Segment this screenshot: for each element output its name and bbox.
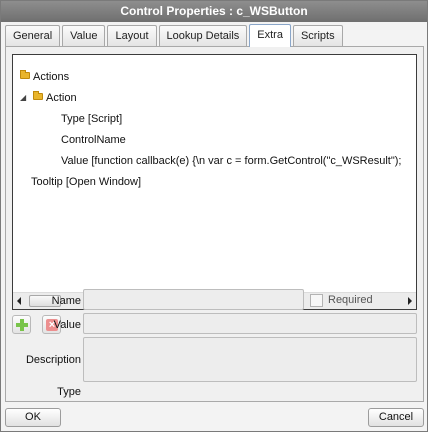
tab-general[interactable]: General xyxy=(5,25,61,46)
tab-layout[interactable]: Layout xyxy=(107,25,157,46)
tree-node-controlname[interactable]: ControlName xyxy=(61,132,126,148)
cancel-button[interactable]: Cancel xyxy=(368,408,424,427)
tab-extra[interactable]: Extra xyxy=(249,24,291,47)
tree-node-actions[interactable]: Actions xyxy=(20,69,69,85)
scroll-left-arrow-icon[interactable] xyxy=(17,297,21,305)
tab-value[interactable]: Value xyxy=(62,25,106,46)
folder-icon xyxy=(20,70,30,79)
name-field[interactable] xyxy=(83,289,304,310)
value-label: Value xyxy=(53,319,81,331)
extra-tab-panel: Actions ◢ Action Type [Script] ControlNa… xyxy=(5,46,424,402)
ok-button[interactable]: OK xyxy=(5,408,61,427)
actions-tree[interactable]: Actions ◢ Action Type [Script] ControlNa… xyxy=(12,54,417,310)
tree-node-tooltip[interactable]: Tooltip [Open Window] xyxy=(31,174,141,190)
folder-icon xyxy=(33,91,43,100)
description-label: Description xyxy=(25,354,81,366)
tree-node-value[interactable]: Value [function callback(e) {\n var c = … xyxy=(61,153,401,169)
scroll-right-arrow-icon[interactable] xyxy=(408,297,412,305)
type-label: Type xyxy=(57,386,81,398)
tab-scripts[interactable]: Scripts xyxy=(292,25,343,46)
tab-lookup-details[interactable]: Lookup Details xyxy=(158,25,248,46)
expand-triangle-icon[interactable]: ◢ xyxy=(20,90,26,106)
tree-node-label: Action xyxy=(46,92,77,104)
required-label: Required xyxy=(328,294,373,306)
tree-node-type[interactable]: Type [Script] xyxy=(61,111,122,127)
value-field[interactable] xyxy=(83,313,417,334)
tree-node-action[interactable]: ◢ Action xyxy=(20,90,77,106)
required-checkbox[interactable] xyxy=(310,294,323,307)
description-field[interactable] xyxy=(83,337,417,382)
window-title: Control Properties : c_WSButton xyxy=(1,1,427,22)
name-label: Name xyxy=(51,295,81,307)
tree-node-label: Actions xyxy=(33,71,70,83)
control-properties-dialog: Control Properties : c_WSButton General … xyxy=(0,0,428,432)
tab-bar: General Value Layout Lookup Details Extr… xyxy=(5,24,345,47)
